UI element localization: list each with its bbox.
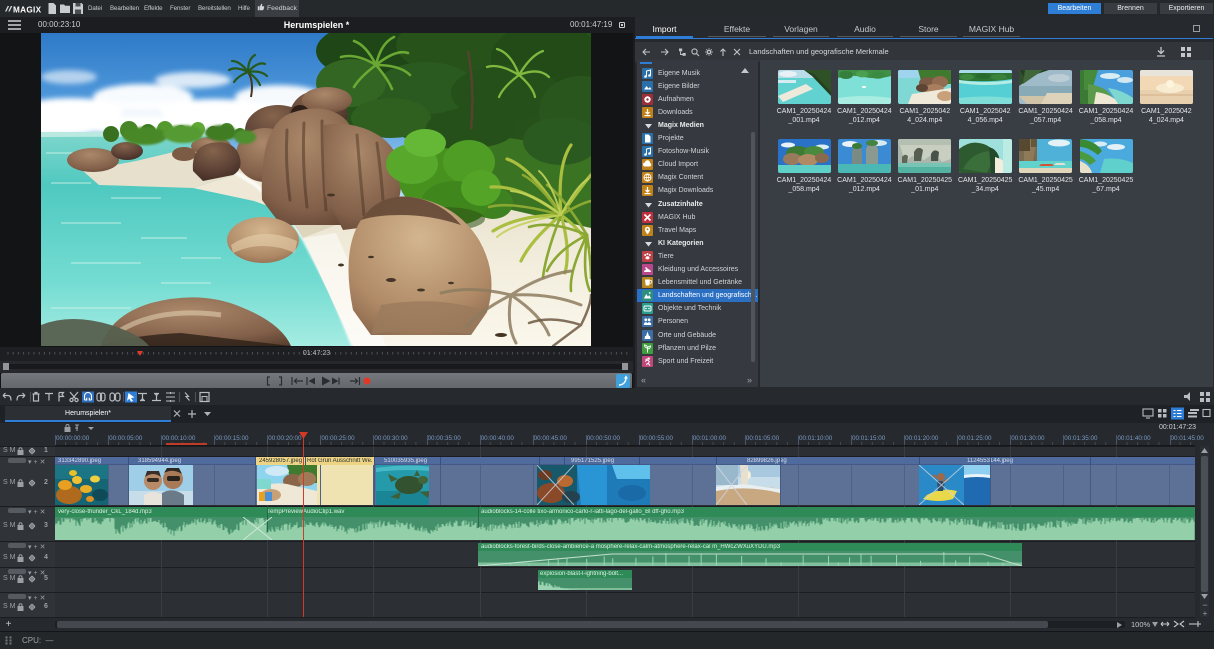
svg-text:MAGIX: MAGIX — [13, 5, 42, 14]
